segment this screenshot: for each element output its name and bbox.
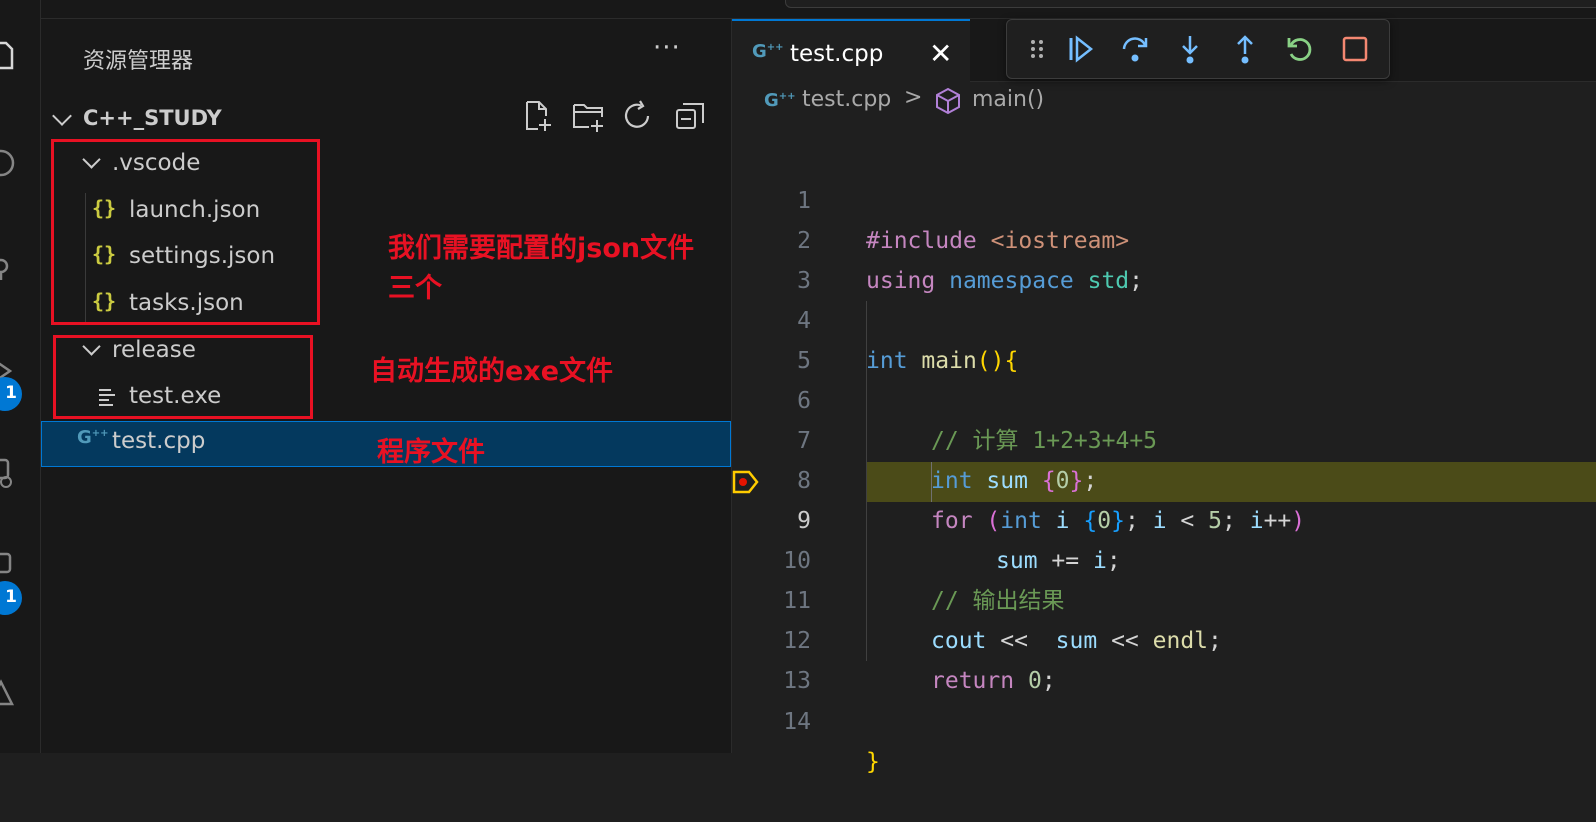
code-line-current: 9 sum += i; [732,461,1596,574]
continue-icon[interactable] [1065,33,1097,65]
explorer-icon[interactable] [0,40,16,70]
activity-bar: 1 1 [0,0,41,753]
step-out-icon[interactable] [1229,33,1261,65]
cpp-file-icon: G++ [77,427,109,448]
close-icon[interactable]: ✕ [929,37,952,70]
code-line: 14 } [732,662,1596,775]
code-line: 2 using namespace std; [732,181,1596,294]
search-icon[interactable] [0,148,16,178]
code-line: 3 [732,221,1596,294]
new-folder-icon[interactable] [571,99,605,133]
annotation-box-release [53,335,313,419]
remote-badge: 1 [0,581,22,615]
annotation-json-line2: 三个 [388,273,442,304]
tab-label: test.cpp [790,41,884,67]
chevron-down-icon [52,106,72,126]
drag-handle-icon[interactable] [1021,33,1053,65]
code-editor[interactable]: 1 #include <iostream> 2 using namespace … [732,141,1596,775]
new-file-icon[interactable] [521,99,555,133]
tab-test-cpp[interactable]: G++ test.cpp ✕ [732,19,970,82]
annotation-json: 我们需要配置的json文件 [388,233,695,264]
code-line: 7 int sum {0}; [732,381,1596,494]
tree-file-label: test.cpp [112,428,206,454]
testing-icon[interactable] [0,678,16,708]
code-line: 5 [732,301,1596,374]
remote-explorer-icon[interactable] [0,550,16,580]
cpp-file-icon: G++ [764,90,796,111]
refresh-icon[interactable] [621,99,655,133]
debug-toolbar [1006,19,1390,79]
stop-icon[interactable] [1339,33,1371,65]
annotation-program: 程序文件 [377,437,485,468]
source-control-icon[interactable] [0,252,16,282]
code-line: 13 [732,621,1596,694]
workspace-folder-name: C++_STUDY [83,106,222,130]
extensions-icon[interactable] [0,458,16,488]
explorer-title: 资源管理器 [83,49,194,74]
restart-icon[interactable] [1284,33,1316,65]
annotation-box-json [51,139,320,325]
method-cube-icon [936,87,960,115]
code-line: 6 // 计算 1+2+3+4+5 [732,341,1596,454]
step-into-icon[interactable] [1174,33,1206,65]
collapse-all-icon[interactable] [673,99,707,133]
explorer-sidebar: 资源管理器 ··· C++_STUDY .vscode {} launch.js… [41,19,732,753]
breadcrumb-symbol[interactable]: main() [972,87,1044,112]
editor-area: G++ test.cpp ✕ G++ test.cpp > main() 1 #… [732,19,1596,775]
breadcrumb: G++ test.cpp > main() [732,81,1596,121]
code-line: 10 // 输出结果 [732,501,1596,614]
code-line: 8 for (int i {0}; i < 5; i++) [732,421,1596,534]
workspace-folder-header[interactable]: C++_STUDY [41,99,731,137]
command-center[interactable] [785,0,1596,8]
run-debug-badge: 1 [0,377,22,411]
code-line: 4 int main(){ [732,261,1596,374]
annotation-exe: 自动生成的exe文件 [370,356,614,387]
line-number: 14 [783,709,811,735]
code-line: 1 #include <iostream> [732,141,1596,254]
ellipsis-icon[interactable]: ··· [653,33,681,63]
cpp-file-icon: G++ [752,41,784,62]
code-line: 12 return 0; [732,581,1596,694]
breadcrumb-separator: > [904,85,923,110]
step-over-icon[interactable] [1119,33,1151,65]
title-bar [0,0,1596,19]
code-line: 11 cout << sum << endl; [732,541,1596,654]
breadcrumb-file[interactable]: test.cpp [802,87,891,112]
